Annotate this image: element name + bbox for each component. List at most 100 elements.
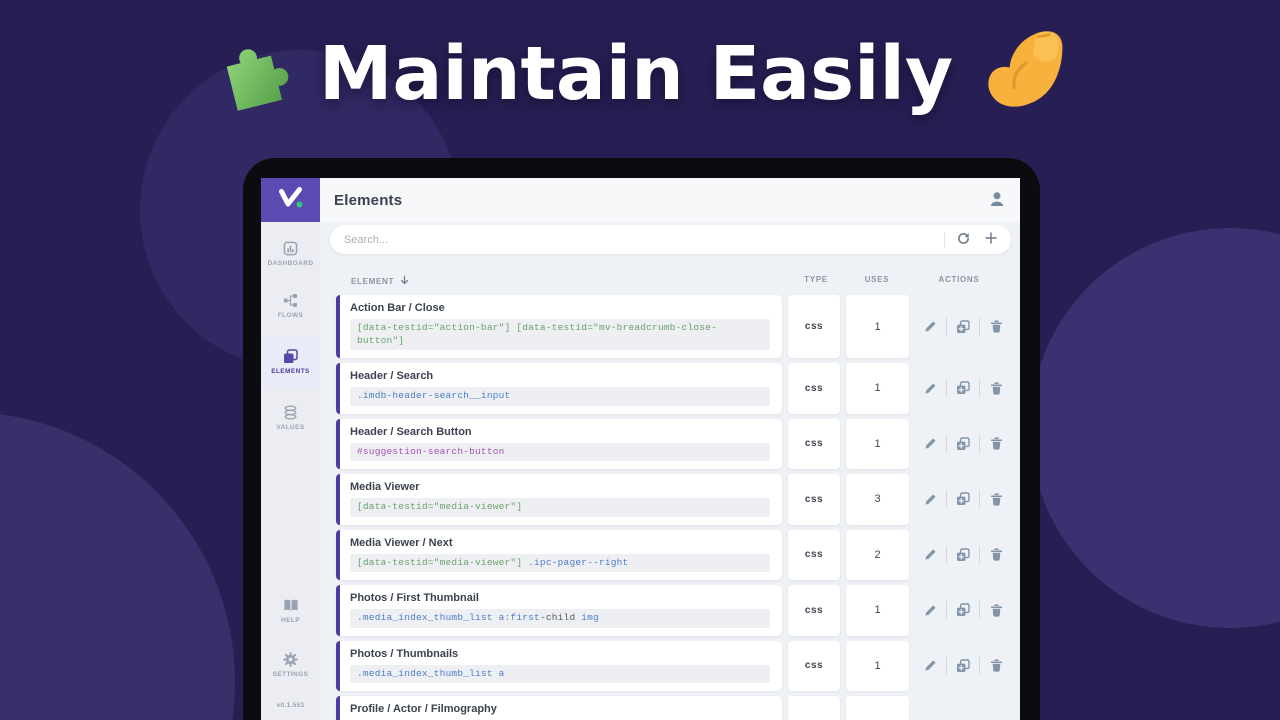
divider (946, 379, 947, 398)
row-accent-bar (336, 363, 340, 414)
selector-token: .imdb-header-search__input (357, 390, 511, 401)
delete-button[interactable] (983, 656, 1009, 676)
element-card[interactable]: Header / Search .imdb-header-search__inp… (336, 363, 782, 414)
column-label: TYPE (804, 275, 828, 284)
edit-button[interactable] (917, 434, 943, 454)
divider (944, 231, 945, 248)
row-accent-bar (336, 696, 340, 720)
row-actions (915, 363, 1011, 414)
add-element-button[interactable] (977, 227, 1005, 253)
edit-button[interactable] (917, 489, 943, 509)
delete-button[interactable] (983, 545, 1009, 565)
trash-icon (990, 382, 1003, 395)
delete-button[interactable] (983, 489, 1009, 509)
selector-token: #suggestion-search-button (357, 445, 505, 457)
row-accent-bar (336, 295, 340, 358)
sidebar-item-settings[interactable]: SETTINGS (261, 643, 320, 687)
element-selector: .imdb-header-search__input (350, 387, 770, 406)
trash-icon (990, 493, 1003, 506)
hero-title: Maintain Easily (318, 31, 954, 117)
duplicate-button[interactable] (950, 545, 976, 565)
row-actions (915, 696, 1011, 720)
element-selector: [data-testid="media-viewer"] (350, 498, 770, 517)
sidebar-item-elements[interactable]: ELEMENTS (261, 336, 320, 388)
pencil-icon (924, 548, 937, 561)
element-card[interactable]: Photos / Thumbnails .media_index_thumb_l… (336, 640, 782, 691)
selector-token: .media_index_thumb_list a:first (357, 612, 540, 623)
element-name: Profile / Actor / Filmography (350, 703, 497, 715)
edit-button[interactable] (917, 545, 943, 565)
app-version: v0.1.553 (276, 702, 305, 709)
user-account-button[interactable] (988, 190, 1006, 211)
divider (979, 656, 980, 675)
row-actions (915, 641, 1011, 692)
column-label: ELEMENT (351, 276, 395, 286)
element-type: css (788, 418, 840, 469)
copy-plus-icon (956, 319, 970, 334)
duplicate-button[interactable] (950, 656, 976, 676)
row-actions (915, 585, 1011, 636)
selector-token: [data-testid="media-viewer"] (357, 556, 523, 568)
plus-icon (985, 232, 997, 247)
copy-plus-icon (956, 659, 970, 673)
selector-token: .media_index_thumb_list a (357, 667, 505, 679)
divider (979, 545, 980, 564)
hero-banner: Maintain Easily (0, 22, 1280, 126)
flexed-biceps-icon (981, 28, 1069, 121)
column-label: ACTIONS (938, 275, 980, 284)
element-type: css (788, 529, 840, 580)
table-row: Media Viewer / Next [data-testid="media-… (336, 529, 1011, 580)
element-name: Action Bar / Close (350, 302, 445, 314)
column-header-element[interactable]: ELEMENT (351, 275, 409, 287)
app-logo[interactable] (261, 178, 320, 222)
duplicate-button[interactable] (950, 317, 976, 337)
element-uses: 1 (846, 363, 909, 414)
copy-plus-icon (956, 492, 970, 506)
divider (979, 601, 980, 620)
element-selector: .media_index_thumb_list a:first-child im… (350, 609, 770, 628)
sidebar-nav: DASHBOARD FLOWS ELEMENTS VALUES (261, 232, 320, 440)
layers-icon (283, 349, 298, 364)
element-name: Photos / Thumbnails (350, 647, 459, 660)
element-uses: 1 (846, 295, 909, 358)
sidebar-item-values[interactable]: VALUES (261, 396, 320, 440)
duplicate-button[interactable] (950, 434, 976, 454)
element-card[interactable]: Profile / Actor / Filmography [data-test… (336, 696, 782, 720)
table-row: Header / Search Button #suggestion-searc… (336, 418, 1011, 469)
sidebar-item-dashboard[interactable]: DASHBOARD (261, 232, 320, 276)
search-input[interactable] (344, 233, 944, 246)
trash-icon (990, 659, 1003, 672)
duplicate-button[interactable] (950, 378, 976, 398)
edit-button[interactable] (917, 656, 943, 676)
element-card[interactable]: Photos / First Thumbnail .media_index_th… (336, 585, 782, 636)
refresh-button[interactable] (949, 227, 977, 253)
row-accent-bar (336, 585, 340, 636)
element-type: css (788, 474, 840, 525)
sidebar-item-flows[interactable]: FLOWS (261, 284, 320, 328)
table-row: Header / Search .imdb-header-search__inp… (336, 363, 1011, 414)
delete-button[interactable] (983, 317, 1009, 337)
sidebar-bottom-nav: HELP SETTINGS (261, 589, 320, 687)
sidebar-item-label: ELEMENTS (271, 368, 310, 375)
edit-button[interactable] (917, 378, 943, 398)
edit-button[interactable] (917, 600, 943, 620)
decor-circle (0, 412, 235, 720)
sidebar-item-help[interactable]: HELP (261, 589, 320, 633)
element-type: css (788, 640, 840, 691)
element-card[interactable]: Media Viewer / Next [data-testid="media-… (336, 529, 782, 580)
row-actions (915, 295, 1011, 358)
elements-table: Action Bar / Close [data-testid="action-… (336, 295, 1011, 720)
page-title: Elements (334, 191, 403, 209)
edit-button[interactable] (917, 317, 943, 337)
delete-button[interactable] (983, 378, 1009, 398)
element-card[interactable]: Media Viewer [data-testid="media-viewer"… (336, 474, 782, 525)
element-type: css (788, 696, 840, 720)
element-card[interactable]: Header / Search Button #suggestion-searc… (336, 418, 782, 469)
delete-button[interactable] (983, 434, 1009, 454)
element-card[interactable]: Action Bar / Close [data-testid="action-… (336, 295, 782, 358)
delete-button[interactable] (983, 600, 1009, 620)
element-selector: [data-testid="action-bar"] [data-testid=… (350, 319, 770, 350)
pencil-icon (924, 493, 937, 506)
duplicate-button[interactable] (950, 600, 976, 620)
duplicate-button[interactable] (950, 489, 976, 509)
